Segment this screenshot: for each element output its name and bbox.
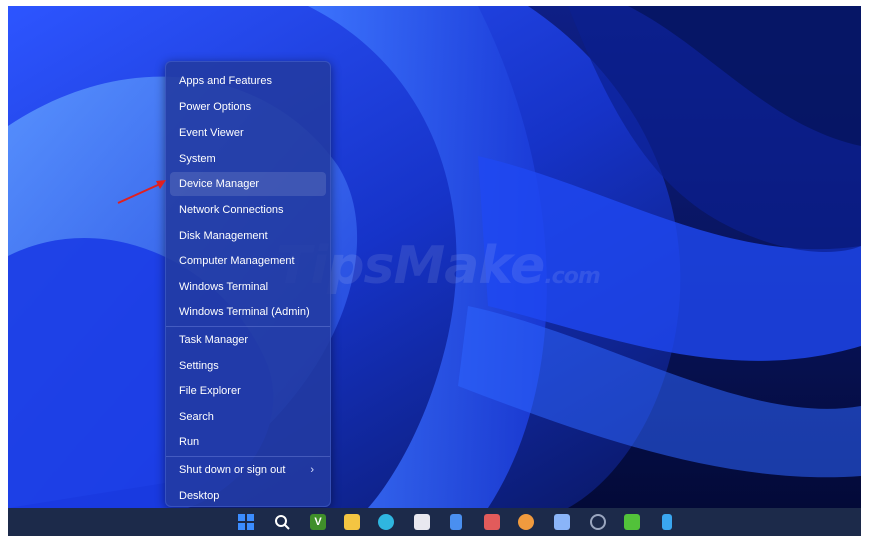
menu-item-system[interactable]: System xyxy=(170,147,326,171)
watermark-suffix: .com xyxy=(544,264,600,289)
menu-separator xyxy=(166,326,330,327)
menu-item-label: Computer Management xyxy=(179,255,295,267)
menu-item-desktop[interactable]: Desktop xyxy=(170,484,326,508)
menu-item-apps-and-features[interactable]: Apps and Features xyxy=(170,69,326,93)
menu-item-label: File Explorer xyxy=(179,385,241,397)
search-icon[interactable] xyxy=(274,514,290,530)
paint-icon[interactable] xyxy=(518,514,534,530)
menu-item-windows-terminal[interactable]: Windows Terminal xyxy=(170,275,326,299)
taskbar: V xyxy=(8,508,861,536)
menu-item-label: Event Viewer xyxy=(179,127,244,139)
menu-item-label: Device Manager xyxy=(179,178,260,190)
camera-icon[interactable] xyxy=(590,514,606,530)
winx-context-menu: Apps and Features Power Options Event Vi… xyxy=(165,61,331,507)
menu-item-disk-management[interactable]: Disk Management xyxy=(170,224,326,248)
menu-item-label: Windows Terminal xyxy=(179,281,269,293)
menu-item-run[interactable]: Run xyxy=(170,430,326,454)
menu-item-power-options[interactable]: Power Options xyxy=(170,95,326,119)
menu-item-label: Disk Management xyxy=(179,230,268,242)
menu-item-settings[interactable]: Settings xyxy=(170,354,326,378)
menu-item-label: Run xyxy=(179,436,200,448)
menu-item-event-viewer[interactable]: Event Viewer xyxy=(170,121,326,145)
notepad-icon[interactable] xyxy=(450,514,462,530)
store-icon[interactable] xyxy=(414,514,430,530)
file-explorer-icon[interactable] xyxy=(344,514,360,530)
menu-item-label: Search xyxy=(179,411,214,423)
vim-icon[interactable]: V xyxy=(310,514,326,530)
menu-item-label: Task Manager xyxy=(179,334,249,346)
menu-item-label: Shut down or sign out xyxy=(179,464,286,476)
menu-item-windows-terminal-admin[interactable]: Windows Terminal (Admin) xyxy=(170,300,326,324)
snipping-tool-icon[interactable] xyxy=(484,514,500,530)
edge-icon[interactable] xyxy=(378,514,394,530)
menu-item-device-manager[interactable]: Device Manager xyxy=(170,172,326,196)
menu-item-label: System xyxy=(179,153,216,165)
menu-item-computer-management[interactable]: Computer Management xyxy=(170,249,326,273)
menu-item-label: Windows Terminal (Admin) xyxy=(179,306,310,318)
menu-item-shut-down-or-sign-out[interactable]: Shut down or sign out › xyxy=(170,458,326,482)
menu-item-file-explorer[interactable]: File Explorer xyxy=(170,379,326,403)
green-app-icon[interactable] xyxy=(624,514,640,530)
menu-item-label: Desktop xyxy=(179,490,220,502)
remote-desktop-icon[interactable] xyxy=(554,514,570,530)
chevron-right-icon: › xyxy=(310,464,314,476)
menu-item-label: Network Connections xyxy=(179,204,284,216)
menu-item-label: Power Options xyxy=(179,101,252,113)
menu-item-search[interactable]: Search xyxy=(170,405,326,429)
menu-item-label: Apps and Features xyxy=(179,75,272,87)
start-icon[interactable] xyxy=(238,514,254,530)
phone-link-icon[interactable] xyxy=(662,514,672,530)
menu-item-network-connections[interactable]: Network Connections xyxy=(170,198,326,222)
menu-item-label: Settings xyxy=(179,360,219,372)
menu-separator xyxy=(166,456,330,457)
menu-item-task-manager[interactable]: Task Manager xyxy=(170,328,326,352)
annotation-arrow-icon xyxy=(117,180,166,204)
desktop-screen: TipsMake.com Apps and Features Power Opt… xyxy=(8,6,861,536)
